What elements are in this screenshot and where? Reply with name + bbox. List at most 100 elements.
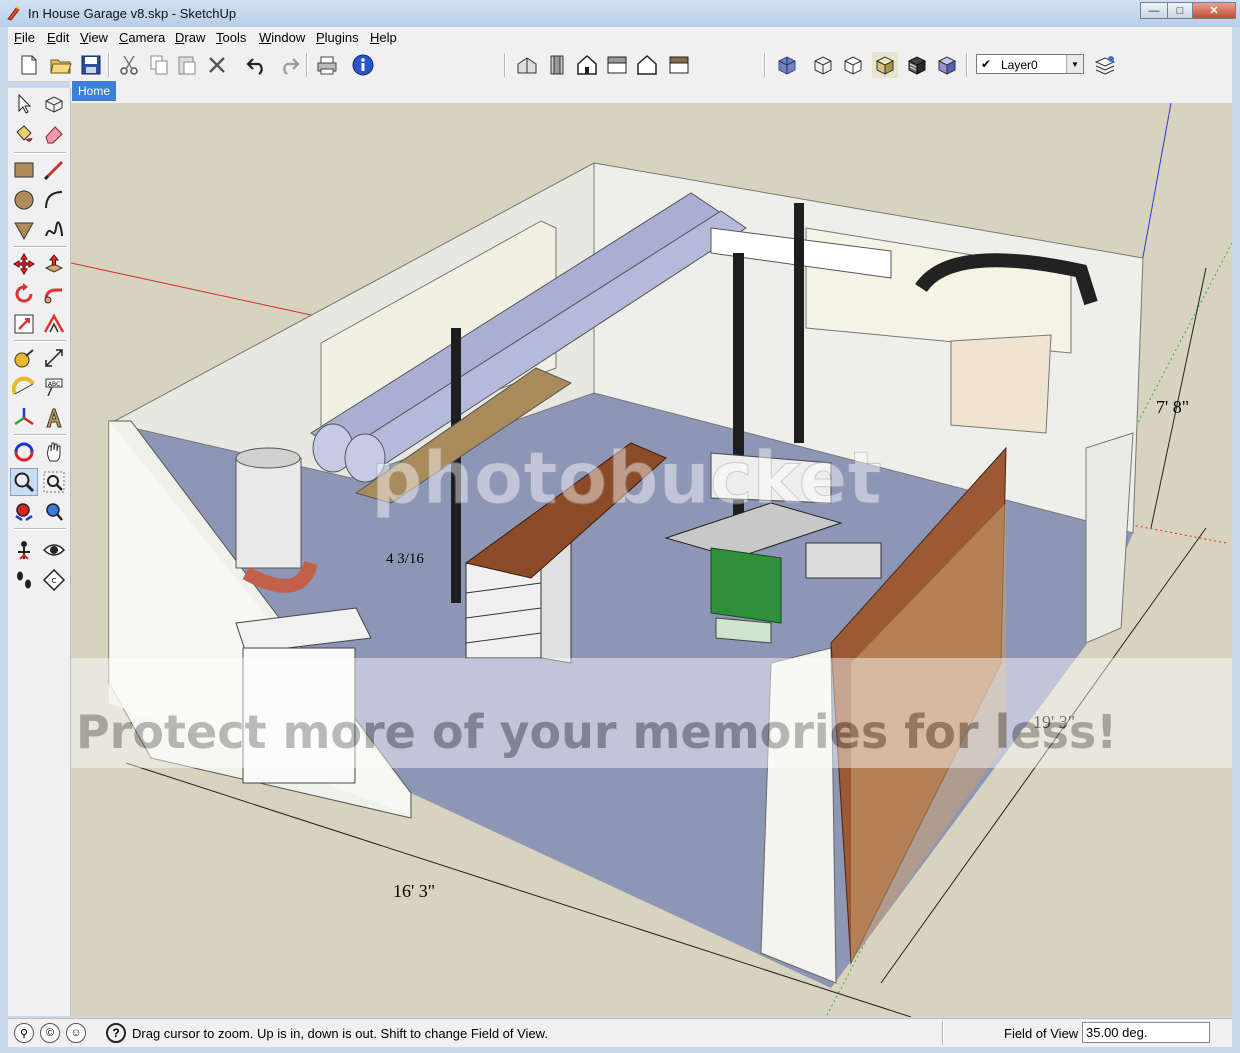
section-plane-icon[interactable]: C: [40, 566, 68, 594]
previous-view-icon[interactable]: [40, 498, 68, 526]
shaded-style-icon[interactable]: [872, 52, 898, 78]
protractor-icon[interactable]: [10, 374, 38, 402]
select-icon[interactable]: [10, 90, 38, 118]
toolbar-separator: [306, 53, 308, 77]
undo-icon[interactable]: [244, 52, 270, 78]
menu-plugins[interactable]: Plugins: [316, 30, 359, 45]
back-view-icon[interactable]: [634, 52, 660, 78]
iso-view-icon[interactable]: [514, 52, 540, 78]
close-button[interactable]: ✕: [1192, 2, 1236, 19]
walk-icon[interactable]: [10, 566, 38, 594]
line-icon[interactable]: [40, 156, 68, 184]
polygon-icon[interactable]: [10, 216, 38, 244]
svg-text:ABC: ABC: [48, 381, 60, 388]
menu-edit[interactable]: Edit: [47, 30, 69, 45]
menu-camera[interactable]: Camera: [119, 30, 165, 45]
menu-file[interactable]: File: [14, 30, 35, 45]
dust-collector: [235, 447, 318, 593]
maximize-button[interactable]: □: [1167, 2, 1193, 19]
xray-style-icon[interactable]: [774, 52, 800, 78]
zoom-extents-icon[interactable]: [10, 498, 38, 526]
shaded-textures-style-icon[interactable]: [904, 52, 930, 78]
text-icon[interactable]: ABC: [40, 374, 68, 402]
erase-icon[interactable]: [204, 52, 230, 78]
new-file-icon[interactable]: [16, 52, 42, 78]
vcb-input[interactable]: 35.00 deg.: [1082, 1022, 1210, 1043]
credits-icon[interactable]: ©: [40, 1023, 60, 1043]
tool-separator: [14, 246, 66, 248]
tool-palette: ABC C: [8, 88, 71, 1016]
pan-icon[interactable]: [40, 438, 68, 466]
save-icon[interactable]: [78, 52, 104, 78]
rectangle-icon[interactable]: [10, 156, 38, 184]
redo-icon[interactable]: [276, 52, 302, 78]
eraser-icon[interactable]: [40, 120, 68, 148]
monochrome-style-icon[interactable]: [934, 52, 960, 78]
toolbar-separator: [966, 53, 968, 77]
follow-me-icon[interactable]: [40, 280, 68, 308]
width-dimension-label: 16' 3": [393, 881, 435, 901]
zoom-window-icon[interactable]: [40, 468, 68, 496]
tool-separator: [14, 340, 66, 342]
print-icon[interactable]: [314, 52, 340, 78]
wireframe-style-icon[interactable]: [810, 52, 836, 78]
menu-view[interactable]: View: [80, 30, 108, 45]
menu-help[interactable]: Help: [370, 30, 397, 45]
push-pull-icon[interactable]: [40, 250, 68, 278]
toolbar-separator: [504, 53, 506, 77]
toolbar-separator: [108, 53, 110, 77]
user-icon[interactable]: ☺: [66, 1023, 86, 1043]
layer-dropdown-value: Layer0: [1001, 58, 1038, 72]
menu-draw[interactable]: Draw: [175, 30, 205, 45]
sketchup-window: In House Garage v8.skp - SketchUp — □ ✕ …: [0, 0, 1240, 1053]
tape-measure-icon[interactable]: [10, 344, 38, 372]
zoom-icon[interactable]: [10, 468, 38, 496]
axes-icon[interactable]: [10, 404, 38, 432]
svg-text:C: C: [52, 577, 57, 585]
tool-separator: [14, 528, 66, 530]
front-view-icon[interactable]: [574, 52, 600, 78]
scale-icon[interactable]: [10, 310, 38, 338]
menu-window[interactable]: Window: [259, 30, 305, 45]
menu-tools[interactable]: Tools: [216, 30, 246, 45]
vcb-label: Field of View: [1004, 1026, 1079, 1041]
look-around-icon[interactable]: [40, 536, 68, 564]
paint-bucket-icon[interactable]: [10, 120, 38, 148]
paste-icon[interactable]: [174, 52, 200, 78]
hidden-line-style-icon[interactable]: [840, 52, 866, 78]
model-viewport[interactable]: 16' 3" 19' 3" 7' 8" 4 3/16 photobucket P…: [71, 103, 1232, 1017]
circle-icon[interactable]: [10, 186, 38, 214]
left-view-icon[interactable]: [666, 52, 692, 78]
title-bar: In House Garage v8.skp - SketchUp — □ ✕: [0, 0, 1240, 27]
chevron-down-icon[interactable]: ▼: [1066, 55, 1083, 73]
move-icon[interactable]: [10, 250, 38, 278]
copy-icon[interactable]: [146, 52, 172, 78]
right-view-icon[interactable]: [604, 52, 630, 78]
freehand-icon[interactable]: [40, 216, 68, 244]
open-file-icon[interactable]: [48, 52, 74, 78]
position-camera-icon[interactable]: [10, 536, 38, 564]
scene-tabs: Home: [70, 81, 1232, 103]
top-view-icon[interactable]: [544, 52, 570, 78]
toolbar-separator: [764, 53, 766, 77]
dimension-icon[interactable]: [40, 344, 68, 372]
layer-dropdown[interactable]: ✔ Layer0 ▼: [976, 54, 1084, 74]
main-toolbar: ✔ Layer0 ▼: [8, 49, 1232, 82]
arc-icon[interactable]: [40, 186, 68, 214]
make-component-icon[interactable]: [40, 90, 68, 118]
watermark-slogan: Protect more of your memories for less!: [76, 705, 1117, 759]
watermark-brand: photobucket: [371, 436, 882, 520]
scene-tab-home[interactable]: Home: [72, 81, 116, 101]
menu-bar: File Edit View Camera Draw Tools Window …: [8, 27, 1232, 50]
cut-icon[interactable]: [116, 52, 142, 78]
current-layer-check-icon: ✔: [981, 57, 992, 71]
geo-location-icon[interactable]: ⚲: [14, 1023, 34, 1043]
3d-text-icon[interactable]: [40, 404, 68, 432]
help-icon[interactable]: ?: [106, 1023, 126, 1043]
rotate-icon[interactable]: [10, 280, 38, 308]
minimize-button[interactable]: —: [1140, 2, 1168, 19]
offset-icon[interactable]: [40, 310, 68, 338]
layers-manager-icon[interactable]: [1092, 52, 1118, 78]
orbit-icon[interactable]: [10, 438, 38, 466]
model-info-icon[interactable]: [350, 52, 376, 78]
